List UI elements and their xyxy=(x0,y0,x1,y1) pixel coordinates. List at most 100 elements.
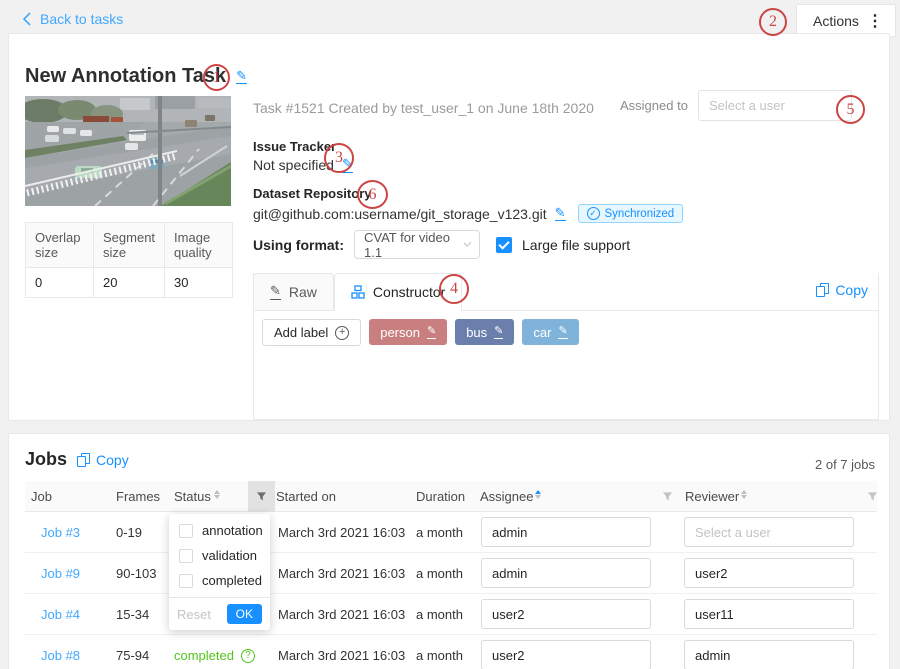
job-link[interactable]: Job #9 xyxy=(41,566,80,581)
job-duration: a month xyxy=(416,566,463,581)
edit-label-bus-icon[interactable]: ✎ xyxy=(494,325,503,338)
reviewer-sort-icon[interactable] xyxy=(741,490,747,499)
task-assignee-select[interactable] xyxy=(698,90,852,121)
label-chip-bus-name: bus xyxy=(466,325,487,340)
constructor-tab-label: Constructor xyxy=(373,284,445,300)
actions-label: Actions xyxy=(813,13,859,29)
question-circle-icon[interactable]: ? xyxy=(241,649,255,663)
column-status: Status xyxy=(174,481,211,512)
jobs-table: Job Frames Status Started on Duration As… xyxy=(25,481,877,669)
column-frames: Frames xyxy=(116,481,160,512)
checkbox-annotation[interactable] xyxy=(179,524,193,538)
assigned-to-block: Assigned to xyxy=(620,90,852,121)
job-status-text: completed xyxy=(174,648,234,663)
checkbox-validation[interactable] xyxy=(179,549,193,563)
dataset-repository-label: Dataset Repository xyxy=(253,186,371,201)
param-header-quality: Image quality xyxy=(165,223,233,268)
jobs-header: Jobs Copy xyxy=(25,449,129,470)
check-circle-icon: ✓ xyxy=(587,207,600,220)
filter-funnel-icon xyxy=(256,491,267,502)
using-format-label: Using format: xyxy=(253,237,344,253)
raw-tab-label: Raw xyxy=(289,284,317,300)
filter-footer: Reset OK xyxy=(169,597,270,630)
param-value-overlap: 0 xyxy=(26,268,94,298)
filter-ok-button[interactable]: OK xyxy=(227,604,262,624)
param-header-overlap: Overlap size xyxy=(26,223,94,268)
job-reviewer-input[interactable] xyxy=(684,517,854,547)
checkbox-completed[interactable] xyxy=(179,574,193,588)
job-reviewer-input[interactable] xyxy=(684,599,854,629)
street-scene-preview xyxy=(25,96,231,206)
copy-jobs-link[interactable]: Copy xyxy=(77,452,129,468)
more-vertical-icon: ⋮ xyxy=(867,11,883,31)
annotation-circle-3: 3 xyxy=(324,143,354,173)
filter-reset-button[interactable]: Reset xyxy=(177,607,211,622)
job-reviewer-input[interactable] xyxy=(684,558,854,588)
job-duration: a month xyxy=(416,648,463,663)
job-duration: a month xyxy=(416,607,463,622)
add-label-button[interactable]: Add label + xyxy=(262,319,361,346)
copy-icon xyxy=(816,283,829,297)
annotation-circle-4: 4 xyxy=(439,274,469,304)
copy-labels-label: Copy xyxy=(835,282,868,298)
column-job: Job xyxy=(31,481,52,512)
label-chip-person[interactable]: person ✎ xyxy=(369,319,447,345)
job-link[interactable]: Job #8 xyxy=(41,648,80,663)
column-duration: Duration xyxy=(416,481,465,512)
format-select-value: CVAT for video 1.1 xyxy=(364,230,457,260)
filter-option-annotation[interactable]: annotation xyxy=(169,518,270,543)
assignee-filter-button[interactable] xyxy=(662,490,673,505)
annotation-circle-2: 2 xyxy=(759,8,787,36)
edit-label-person-icon[interactable]: ✎ xyxy=(427,325,436,338)
back-to-tasks-link[interactable]: Back to tasks xyxy=(22,11,123,27)
job-assignee-input[interactable] xyxy=(481,558,651,588)
jobs-title: Jobs xyxy=(25,449,67,470)
dataset-repository-value: git@github.com:username/git_storage_v123… xyxy=(253,206,547,222)
format-select[interactable]: CVAT for video 1.1 xyxy=(354,230,480,259)
edit-label-car-icon[interactable]: ✎ xyxy=(558,325,567,338)
job-started: March 3rd 2021 16:03 xyxy=(278,566,405,581)
labels-tab-bar: ✎ Raw Constructor Copy xyxy=(254,273,878,311)
label-chip-car[interactable]: car ✎ xyxy=(522,319,578,345)
annotation-circle-5: 5 xyxy=(836,95,865,124)
job-frames: 90-103 xyxy=(116,566,156,581)
param-value-segment: 20 xyxy=(94,268,165,298)
assigned-to-label: Assigned to xyxy=(620,98,688,113)
large-file-support-checkbox[interactable] xyxy=(496,237,512,253)
job-row: Job #9 90-103 March 3rd 2021 16:03 a mon… xyxy=(25,553,877,594)
add-label-text: Add label xyxy=(274,325,328,340)
tab-raw[interactable]: ✎ Raw xyxy=(253,273,334,311)
status-filter-button[interactable] xyxy=(248,481,275,512)
job-frames: 15-34 xyxy=(116,607,149,622)
status-sort-icon[interactable] xyxy=(214,490,220,499)
job-started: March 3rd 2021 16:03 xyxy=(278,648,405,663)
job-link[interactable]: Job #4 xyxy=(41,607,80,622)
annotation-circle-1: 1 xyxy=(203,64,230,91)
filter-option-completed-label: completed xyxy=(202,573,262,588)
job-reviewer-input[interactable] xyxy=(684,640,854,669)
cvat-task-page: Back to tasks Actions ⋮ New Annotation T… xyxy=(0,0,900,669)
label-chip-person-name: person xyxy=(380,325,420,340)
edit-title-icon[interactable]: ✎ xyxy=(236,69,247,84)
assignee-sort-icon[interactable] xyxy=(535,490,541,499)
task-title: New Annotation Task xyxy=(25,65,226,88)
job-assignee-input[interactable] xyxy=(481,517,651,547)
filter-option-validation[interactable]: validation xyxy=(169,543,270,568)
sync-badge-label: Synchronized xyxy=(605,208,675,220)
task-preview-image xyxy=(25,96,231,206)
label-chip-bus[interactable]: bus ✎ xyxy=(455,319,514,345)
issue-tracker-label: Issue Tracker xyxy=(253,139,336,154)
filter-option-completed[interactable]: completed xyxy=(169,568,270,593)
job-duration: a month xyxy=(416,525,463,540)
copy-jobs-label: Copy xyxy=(96,452,129,468)
filter-funnel-icon xyxy=(662,491,673,502)
back-to-tasks-label: Back to tasks xyxy=(40,11,123,27)
job-link[interactable]: Job #3 xyxy=(41,525,80,540)
job-assignee-input[interactable] xyxy=(481,640,651,669)
reviewer-filter-button[interactable] xyxy=(867,490,878,505)
large-file-support-label: Large file support xyxy=(522,237,630,253)
copy-labels-link[interactable]: Copy xyxy=(816,282,868,298)
column-assignee: Assignee xyxy=(480,481,533,512)
edit-repository-icon[interactable]: ✎ xyxy=(555,206,566,221)
job-assignee-input[interactable] xyxy=(481,599,651,629)
